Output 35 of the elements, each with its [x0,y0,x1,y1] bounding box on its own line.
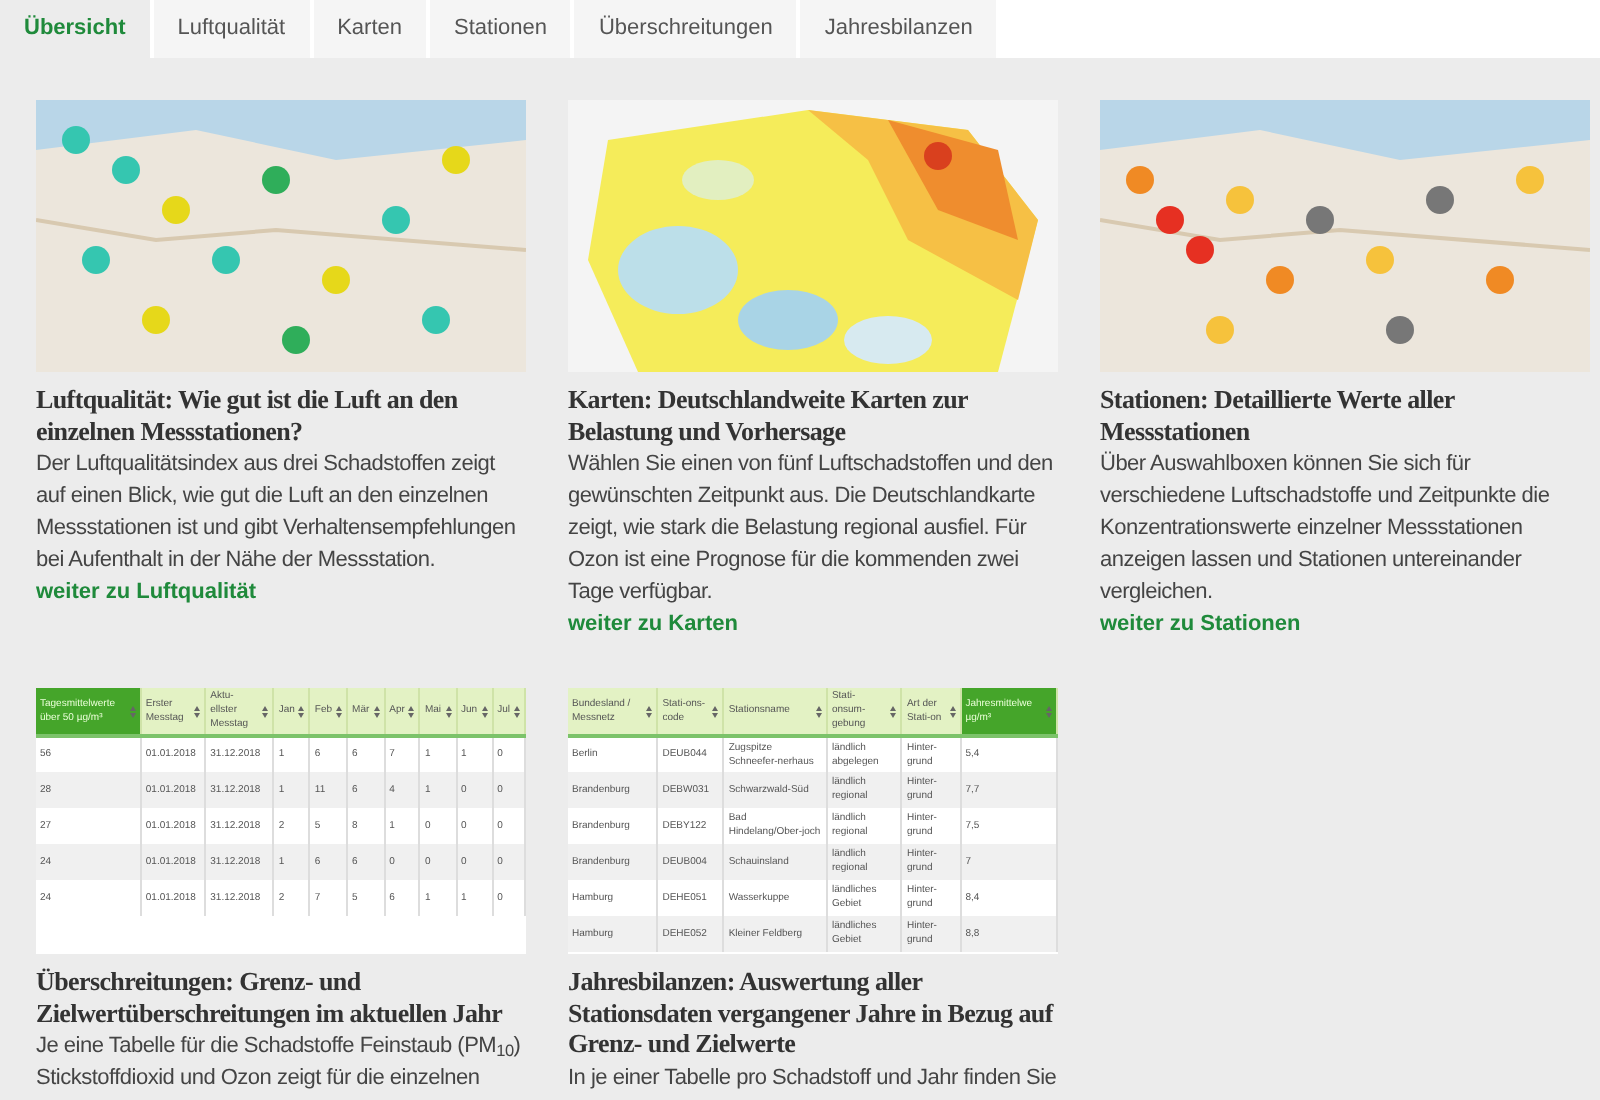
sort-icon [445,705,451,717]
card-description: Über Auswahlboxen können Sie sich für verschiedene Luftschadstoffe und Zeitpunkte die Konzentrationswerte einzelner Messstationen anzeigen lassen und Stationen untereinander vergleichen. [1100,449,1552,608]
card-title: Überschreitungen: Grenz- und Zielwertüberschreitungen im aktuellen Jahr [36,966,505,1028]
sort-icon [262,705,269,717]
sort-icon [646,705,653,717]
sort-icon [129,705,136,717]
card-link[interactable]: weiter zu Stationen [1100,608,1301,640]
sort-icon [890,705,897,717]
card-title: Karten: Deutschlandweite Karten zur Belastung und Vorhersage [568,384,970,446]
card-title: Stationen: Detaillierte Werte aller Messstationen [1100,384,1457,446]
card-link[interactable]: weiter zu Luftqualität [36,576,256,608]
card-description: Der Luftqualitätsindex aus drei Schadstoffen zeigt auf einen Blick, wie gut die Luft an den einzelnen Messstationen ist und gibt Verhaltensempfehlungen bei Aufenthalt in der Nähe der Messstation. [36,450,518,576]
tab[interactable]: Stationen [430,0,571,58]
tab[interactable]: Karten [313,0,426,58]
sort-icon [194,705,201,717]
tab[interactable]: Luftqualität [153,0,310,58]
sort-icon [298,705,305,717]
tab[interactable]: Überschreitungen [574,0,797,58]
card-description: Je eine Tabelle für die Schadstoffe Feinstaub (PM$_{10}$) Stickstoffdioxid und Ozon zeigt für die einzelnen [36,1032,523,1094]
sort-icon [815,705,822,717]
sort-icon [336,705,343,717]
card-link[interactable]: weiter zu Karten [568,608,738,640]
card-description: Wählen Sie einen von fünf Luftschadstoffen und den gewünschten Zeitpunkt aus. Die Deutschlandkarte zeigt, wie stark die Belastung regional ausfiel. Für Ozon ist eine Prognose für die kommenden zwei Tage verfügbar. [568,450,1055,608]
card-description: In je einer Tabelle pro Schadstoff und Jahr finden Sie [568,1063,1058,1093]
tab[interactable]: Übersicht [0,0,150,58]
sort-icon [481,705,488,717]
sort-icon [712,705,719,717]
card-title: Jahresbilanzen: Auswertung aller Stationsdaten vergangener Jahre in Bezug auf Grenz- und Zielwerte [568,966,1056,1059]
tab[interactable]: Jahresbilanzen [800,0,997,58]
sort-icon [1046,705,1052,717]
sort-icon [408,705,415,717]
sort-icon [373,705,380,717]
card-title: Luftqualität: Wie gut ist die Luft an den einzelnen Messstationen? [36,384,460,446]
sort-icon [949,705,956,717]
sort-icon [514,705,520,717]
